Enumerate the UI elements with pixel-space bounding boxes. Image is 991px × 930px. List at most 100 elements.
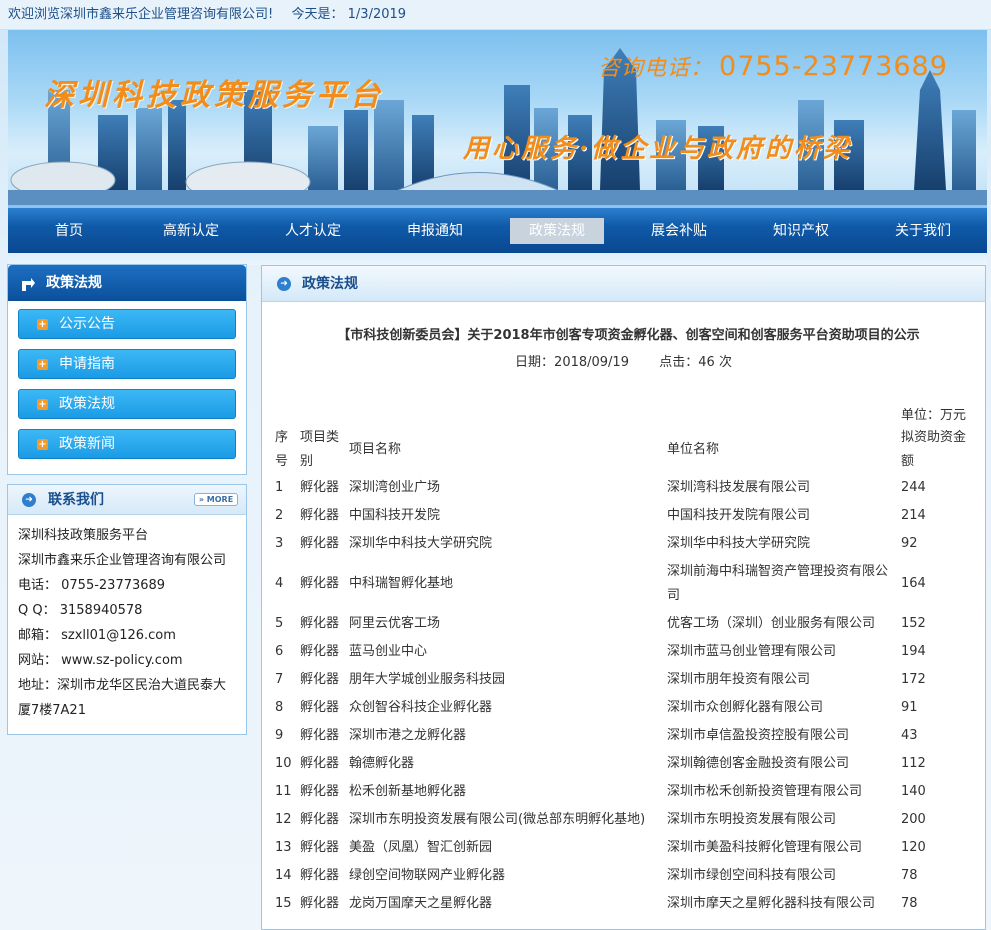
contact-qq: Q Q： 3158940578 [18,603,143,618]
header-cell: 单位名称 [667,442,720,457]
nav-item-ip[interactable]: 知识产权 [740,218,862,244]
row-number: 13 [275,840,292,855]
nav-item-policy[interactable]: 政策法规 [510,217,604,244]
row-project-name: 龙岗万国摩天之星孵化器 [349,896,493,911]
sidebar-item-policies[interactable]: + 政策法规 [18,389,236,419]
row-project-name: 深圳华中科技大学研究院 [349,536,493,551]
contact-address: 地址：深圳市龙华区民治大道民泰大厦7楼7A21 [18,678,227,718]
row-number: 6 [275,644,284,659]
header-banner: 深圳科技政策服务平台 咨询电话： 0755-23773689 用心服务·做企业与政… [8,30,987,205]
plus-icon: + [37,439,48,450]
plus-icon: + [37,399,48,410]
row-number: 14 [275,868,292,883]
nav-item-hightech[interactable]: 高新认定 [130,218,252,244]
today-date: 1/3/2019 [347,7,407,22]
row-amount: 172 [901,672,926,687]
row-amount: 78 [901,868,918,883]
row-company-name: 深圳华中科技大学研究院 [667,536,811,551]
table-row: 1 孵化器 深圳湾创业广场 深圳湾科技发展有限公司 244 [272,474,974,502]
row-category: 孵化器 [300,756,340,771]
sidebar-item-label: 政策新闻 [59,436,115,452]
row-number: 8 [275,700,284,715]
row-company-name: 深圳翰德创客金融投资有限公司 [667,756,850,771]
row-number: 12 [275,812,292,827]
nav-item-exhibition[interactable]: 展会补贴 [618,218,740,244]
table-header-row: 序号 项目类别 项目名称 单位名称 拟资助资金额 [272,426,974,474]
contact-email: 邮箱： szxll01@126.com [18,628,176,643]
row-project-name: 深圳湾创业广场 [349,480,441,495]
row-category: 孵化器 [300,616,340,631]
row-category: 孵化器 [300,480,340,495]
sidebar-contact-box: ➜ 联系我们 » MORE 深圳科技政策服务平台 深圳市鑫来乐企业管理咨询有限公… [7,484,247,735]
row-company-name: 深圳市东明投资发展有限公司 [667,812,837,827]
row-category: 孵化器 [300,868,340,883]
row-project-name: 绿创空间物联网产业孵化器 [349,868,506,883]
row-amount: 200 [901,812,926,827]
row-company-name: 深圳市卓信盈投资控股有限公司 [667,728,850,743]
row-category: 孵化器 [300,576,340,591]
today-label: 今天是： [291,7,344,22]
sidebar-item-label: 申请指南 [59,356,115,372]
row-amount: 78 [901,896,918,911]
row-number: 4 [275,576,284,591]
more-label: MORE [206,495,234,504]
date-value: 2018/09/19 [554,355,629,370]
row-category: 孵化器 [300,644,340,659]
row-project-name: 蓝马创业中心 [349,644,428,659]
table-row: 8 孵化器 众创智谷科技企业孵化器 深圳市众创孵化器有限公司 91 [272,694,974,722]
row-project-name: 深圳市东明投资发展有限公司(微总部东明孵化基地) [349,812,646,827]
row-amount: 112 [901,756,926,771]
top-welcome-bar: 欢迎浏览深圳市鑫来乐企业管理咨询有限公司! 今天是： 1/3/2019 [0,0,991,30]
sidebar-item-label: 公示公告 [59,316,115,332]
plus-icon: + [37,319,48,330]
sidebar-item-guides[interactable]: + 申请指南 [18,349,236,379]
row-amount: 91 [901,700,918,715]
table-row: 9 孵化器 深圳市港之龙孵化器 深圳市卓信盈投资控股有限公司 43 [272,722,974,750]
table-row: 5 孵化器 阿里云优客工场 优客工场（深圳）创业服务有限公司 152 [272,610,974,638]
table-row: 13 孵化器 美盈（凤凰）智汇创新园 深圳市美盈科技孵化管理有限公司 120 [272,834,974,862]
row-company-name: 深圳市朋年投资有限公司 [667,672,811,687]
clicks-value: 46 次 [698,355,732,370]
row-number: 9 [275,728,284,743]
contact-line: 深圳市鑫来乐企业管理咨询有限公司 [18,553,227,568]
sidebar-menu: + 公示公告 + 申请指南 + 政策法规 + 政策新闻 [8,301,246,475]
arrow-circle-icon: ➜ [22,493,36,507]
sidebar-title: 政策法规 [8,265,246,301]
clicks-label: 点击： [659,355,699,370]
sidebar-item-label: 政策法规 [59,396,115,412]
main-content-panel: ➜ 政策法规 【市科技创新委员会】关于2018年市创客专项资金孵化器、创客空间和… [261,265,986,930]
row-category: 孵化器 [300,896,340,911]
row-number: 5 [275,616,284,631]
row-amount: 43 [901,728,918,743]
row-company-name: 深圳湾科技发展有限公司 [667,480,811,495]
panel-title: 政策法规 [302,276,358,292]
contact-phone: 电话： 0755-23773689 [18,578,166,593]
hotline-label: 咨询电话： [598,56,714,81]
row-company-name: 中国科技开发院有限公司 [667,508,811,523]
row-amount: 152 [901,616,926,631]
row-amount: 194 [901,644,926,659]
sidebar-item-news[interactable]: + 政策新闻 [18,429,236,459]
more-button[interactable]: » MORE [194,493,238,506]
row-company-name: 深圳市绿创空间科技有限公司 [667,868,837,883]
table-row: 6 孵化器 蓝马创业中心 深圳市蓝马创业管理有限公司 194 [272,638,974,666]
nav-item-notices[interactable]: 申报通知 [374,218,496,244]
row-category: 孵化器 [300,784,340,799]
contact-website: 网站： www.sz-policy.com [18,653,183,668]
unit-label: 单位：万元 [900,408,966,423]
row-company-name: 深圳市美盈科技孵化管理有限公司 [667,840,863,855]
row-project-name: 翰德孵化器 [349,756,415,771]
sidebar-item-announcements[interactable]: + 公示公告 [18,309,236,339]
nav-item-home[interactable]: 首页 [8,218,130,244]
row-category: 孵化器 [300,812,340,827]
nav-item-about[interactable]: 关于我们 [862,218,984,244]
row-amount: 164 [901,576,926,591]
header-cell: 拟资助资金额 [901,430,967,469]
nav-item-talent[interactable]: 人才认定 [252,218,374,244]
row-project-name: 众创智谷科技企业孵化器 [349,700,493,715]
row-amount: 244 [901,480,926,495]
row-project-name: 阿里云优客工场 [349,616,441,631]
row-number: 15 [275,896,292,911]
corner-arrow-icon [22,278,35,291]
table-row: 11 孵化器 松禾创新基地孵化器 深圳市松禾创新投资管理有限公司 140 [272,778,974,806]
